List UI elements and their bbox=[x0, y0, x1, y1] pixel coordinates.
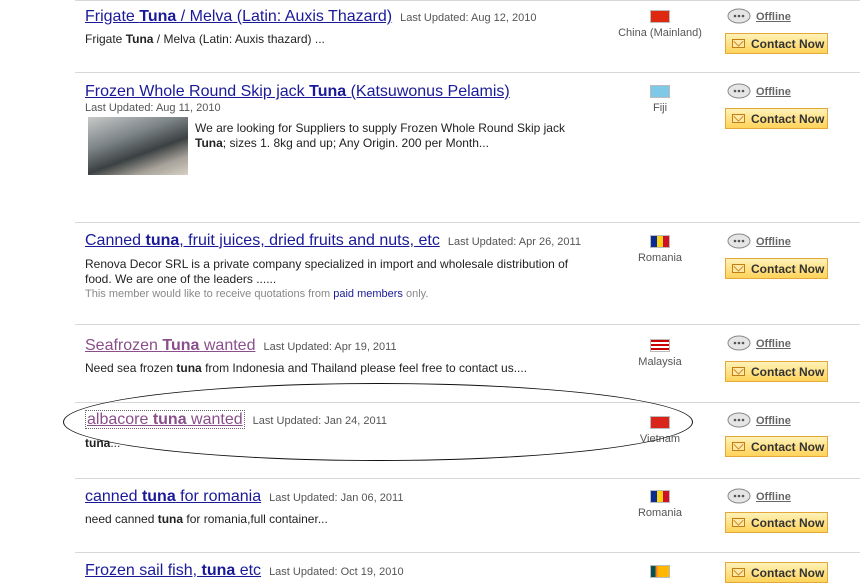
country-info: Malaysia bbox=[605, 339, 715, 368]
flag-icon bbox=[650, 85, 670, 98]
envelope-icon bbox=[732, 518, 745, 527]
listing-title-link[interactable]: Canned tuna, fruit juices, dried fruits … bbox=[85, 232, 581, 250]
highlight-circle bbox=[63, 383, 693, 461]
envelope-icon bbox=[732, 39, 745, 48]
status-link[interactable]: Offline bbox=[726, 8, 791, 25]
country-info: Romania bbox=[605, 235, 715, 264]
listing-row: Frozen Whole Round Skip jack Tuna (Katsu… bbox=[75, 72, 860, 220]
chat-bubble-icon bbox=[727, 83, 751, 99]
envelope-icon bbox=[732, 568, 745, 577]
listing-title-link[interactable]: Frigate Tuna / Melva (Latin: Auxis Thaza… bbox=[85, 8, 536, 26]
envelope-icon bbox=[732, 264, 745, 273]
status-link[interactable]: Offline bbox=[726, 83, 791, 100]
listing-row: Canned tuna, fruit juices, dried fruits … bbox=[75, 222, 860, 322]
quotation-note: This member would like to receive quotat… bbox=[85, 288, 429, 300]
contact-now-button[interactable]: Contact Now bbox=[725, 512, 828, 533]
last-updated: Last Updated: Jan 06, 2011 bbox=[269, 492, 404, 504]
envelope-icon bbox=[732, 114, 745, 123]
contact-now-button[interactable]: Contact Now bbox=[725, 258, 828, 279]
last-updated: Last Updated: Oct 19, 2010 bbox=[269, 566, 404, 578]
flag-icon bbox=[650, 565, 670, 578]
contact-now-button[interactable]: Contact Now bbox=[725, 361, 828, 382]
chat-bubble-icon bbox=[727, 233, 751, 249]
country-info bbox=[605, 565, 715, 582]
listing-row: Frigate Tuna / Melva (Latin: Auxis Thaza… bbox=[75, 0, 860, 70]
listing-title-link[interactable]: Frozen Whole Round Skip jack Tuna (Katsu… bbox=[85, 83, 510, 101]
listing-row: canned tuna for romania Last Updated: Jan… bbox=[75, 478, 860, 550]
last-updated: Last Updated: Aug 12, 2010 bbox=[400, 12, 537, 24]
flag-icon bbox=[650, 10, 670, 23]
listing-title-link[interactable]: Frozen sail fish, tuna etc Last Updated: … bbox=[85, 562, 404, 580]
status-link[interactable]: Offline bbox=[726, 488, 791, 505]
last-updated: Last Updated: Apr 26, 2011 bbox=[447, 236, 581, 248]
flag-icon bbox=[650, 490, 670, 503]
listing-description: We are looking for Suppliers to supply F… bbox=[195, 121, 565, 150]
envelope-icon bbox=[732, 367, 745, 376]
flag-icon bbox=[650, 339, 670, 352]
last-updated: Last Updated: Aug 11, 2010 bbox=[85, 102, 221, 114]
listing-description: need canned tuna for romania,full contai… bbox=[85, 512, 328, 526]
listing-title-link[interactable]: canned tuna for romania Last Updated: Jan… bbox=[85, 488, 403, 506]
chat-bubble-icon bbox=[727, 8, 751, 24]
status-link[interactable]: Offline bbox=[726, 412, 791, 429]
contact-now-button[interactable]: Contact Now bbox=[725, 33, 828, 54]
status-link[interactable]: Offline bbox=[726, 233, 791, 250]
listing-description: Renova Decor SRL is a private company sp… bbox=[85, 257, 569, 286]
listing-title-link[interactable]: Seafrozen Tuna wanted Last Updated: Apr 1… bbox=[85, 337, 397, 355]
product-thumbnail[interactable] bbox=[88, 117, 188, 175]
contact-now-button[interactable]: Contact Now bbox=[725, 108, 828, 129]
listing-description: Frigate Tuna / Melva (Latin: Auxis thaza… bbox=[85, 32, 325, 46]
contact-now-button[interactable]: Contact Now bbox=[725, 436, 828, 457]
country-info: China (Mainland) bbox=[605, 10, 715, 39]
chat-bubble-icon bbox=[727, 412, 751, 428]
flag-icon bbox=[650, 235, 670, 248]
listing-row: Frozen sail fish, tuna etc Last Updated: … bbox=[75, 552, 860, 584]
paid-members-link[interactable]: paid members bbox=[333, 288, 403, 300]
status-link[interactable]: Offline bbox=[726, 335, 791, 352]
chat-bubble-icon bbox=[727, 335, 751, 351]
contact-now-button[interactable]: Contact Now bbox=[725, 562, 828, 583]
listing-description: Need sea frozen tuna from Indonesia and … bbox=[85, 361, 528, 375]
envelope-icon bbox=[732, 442, 745, 451]
country-info: Fiji bbox=[605, 85, 715, 114]
last-updated: Last Updated: Apr 19, 2011 bbox=[263, 341, 397, 353]
chat-bubble-icon bbox=[727, 488, 751, 504]
country-info: Romania bbox=[605, 490, 715, 519]
